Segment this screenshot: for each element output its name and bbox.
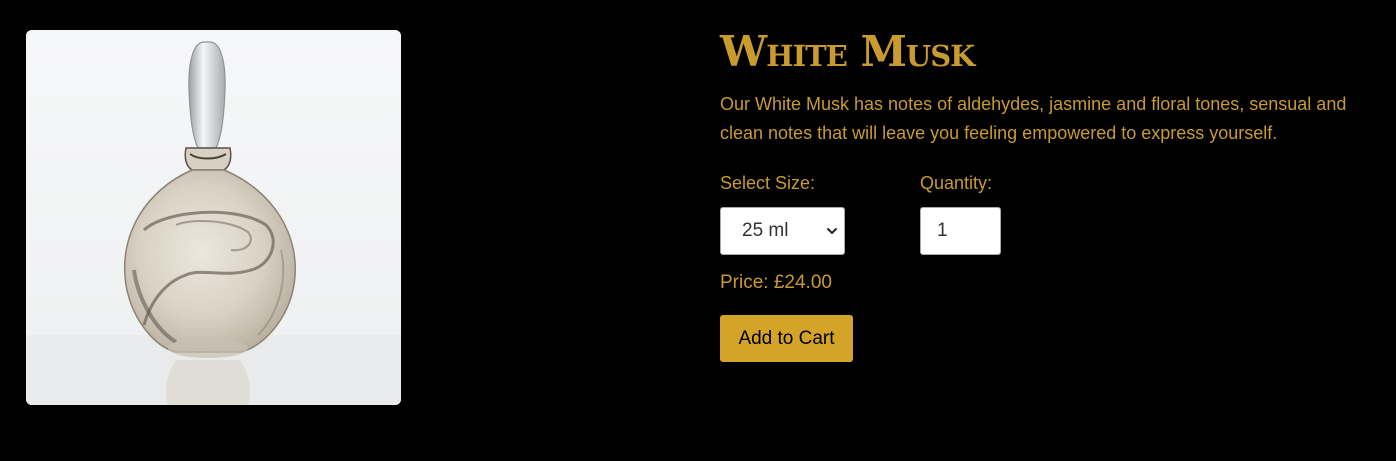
quantity-option: Quantity: — [920, 171, 1001, 255]
add-to-cart-button[interactable]: Add to Cart — [720, 315, 853, 362]
size-label: Select Size: — [720, 173, 816, 193]
product-description: Our White Musk has notes of aldehydes, j… — [720, 94, 1347, 143]
size-select-value: 25 ml — [742, 220, 789, 241]
size-option: Select Size: 25 ml — [720, 171, 845, 255]
product-options: Select Size: 25 ml Quantity: — [720, 171, 1380, 261]
price-text: Price: £24.00 — [720, 272, 832, 293]
product-details: White Musk Our White Musk has notes of a… — [720, 26, 1380, 362]
product-image — [26, 30, 401, 405]
perfume-bottle-illustration — [26, 30, 401, 405]
quantity-input[interactable] — [920, 207, 1001, 255]
product-title: White Musk — [720, 27, 975, 76]
size-select[interactable]: 25 ml — [720, 207, 845, 255]
chevron-down-icon — [826, 227, 838, 235]
quantity-label: Quantity: — [920, 173, 993, 193]
